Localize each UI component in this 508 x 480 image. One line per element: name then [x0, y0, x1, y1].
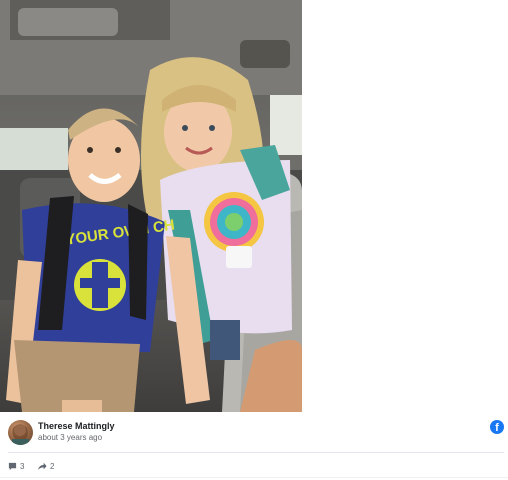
share-count: 2 — [50, 461, 55, 471]
author-avatar[interactable] — [8, 420, 33, 445]
facebook-icon[interactable]: f — [490, 420, 504, 434]
post-author-row: Therese Mattingly about 3 years ago f — [8, 420, 504, 446]
bottom-divider — [0, 477, 508, 478]
photo-illustration: YOUR OWN CH — [0, 0, 302, 412]
comments-stat[interactable]: 3 — [8, 460, 24, 472]
post-photo[interactable]: YOUR OWN CH — [0, 0, 302, 412]
avatar-image — [12, 424, 29, 445]
author-name[interactable]: Therese Mattingly — [38, 421, 115, 431]
share-icon — [37, 462, 47, 470]
shares-stat[interactable]: 2 — [37, 460, 54, 472]
divider — [8, 452, 504, 453]
comment-icon — [8, 462, 17, 470]
post-timestamp[interactable]: about 3 years ago — [38, 433, 102, 442]
social-post-card: YOUR OWN CH Therese Mattingly about 3 ye… — [0, 0, 508, 480]
comment-count: 3 — [20, 461, 25, 471]
